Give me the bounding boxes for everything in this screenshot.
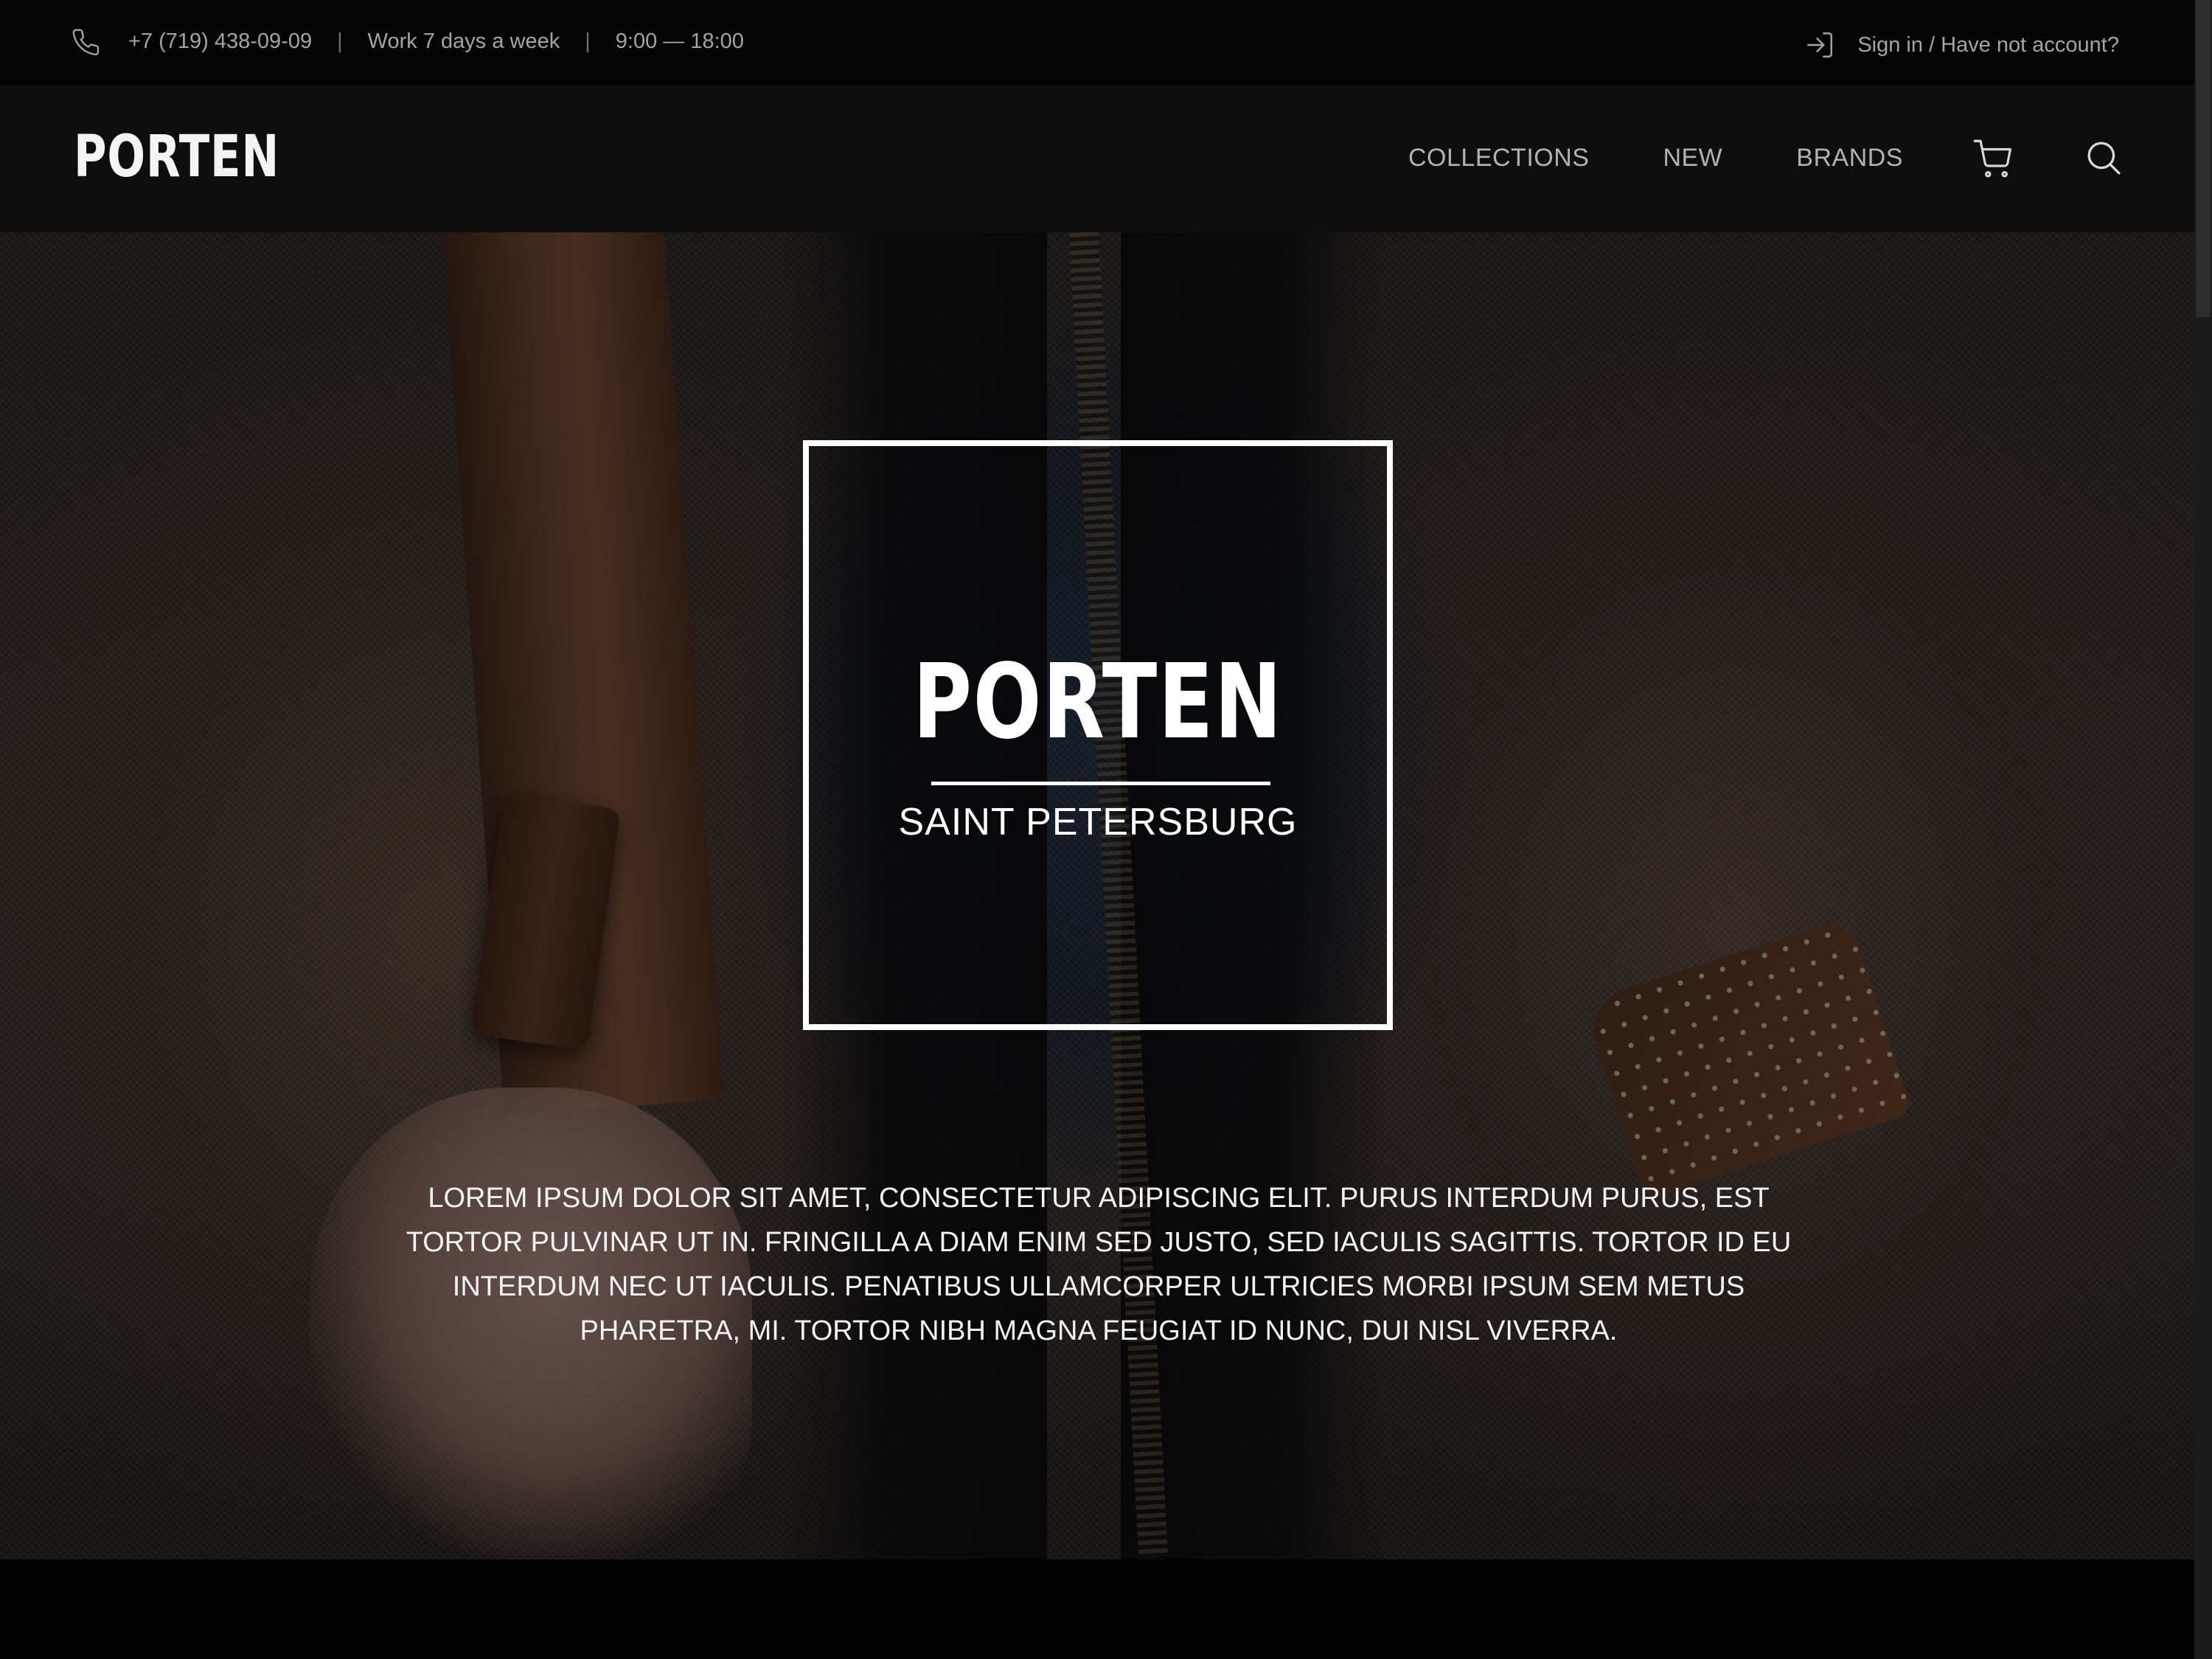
separator: | (337, 29, 343, 53)
hero-logo: PORTEN (913, 642, 1283, 762)
phone-number[interactable]: +7 (719) 438-09-09 (128, 29, 312, 54)
bottom-section (0, 1559, 2194, 1659)
phone-icon (72, 29, 100, 56)
contact-info: +7 (719) 438-09-09 | Work 7 days a week … (128, 29, 744, 54)
hero-divider (931, 782, 1270, 785)
page: +7 (719) 438-09-09 | Work 7 days a week … (0, 0, 2212, 1659)
hero-description: LOREM IPSUM DOLOR SIT AMET, CONSECTETUR … (406, 1183, 1792, 1346)
main-nav: COLLECTIONS NEW BRANDS (1408, 144, 1977, 173)
site-logo[interactable]: PORTEN (74, 126, 279, 188)
cart-icon[interactable] (1973, 139, 2013, 179)
nav-item-collections[interactable]: COLLECTIONS (1408, 144, 1589, 173)
nav-item-brands[interactable]: BRANDS (1796, 144, 1903, 173)
hero-banner: PORTEN SAINT PETERSBURG LOREM IPSUM DOLO… (0, 232, 2194, 1559)
nav-item-new[interactable]: NEW (1663, 144, 1722, 173)
scrollbar-thumb[interactable] (2196, 0, 2211, 317)
work-hours: 9:00 — 18:00 (615, 29, 744, 53)
hero-city: SAINT PETERSBURG (898, 801, 1298, 844)
sign-in-icon (1807, 32, 1833, 58)
sign-in-label: Sign in / Have not account? (1857, 32, 2119, 57)
main-header: PORTEN COLLECTIONS NEW BRANDS (0, 85, 2194, 232)
separator: | (585, 29, 591, 53)
top-info-bar: +7 (719) 438-09-09 | Work 7 days a week … (0, 0, 2194, 85)
scrollbar[interactable] (2194, 0, 2212, 1659)
sign-in-link[interactable]: Sign in / Have not account? (1804, 29, 2119, 60)
hero-logo-frame: PORTEN SAINT PETERSBURG (803, 440, 1393, 1030)
search-icon[interactable] (2085, 139, 2122, 176)
work-days: Work 7 days a week (367, 29, 560, 53)
